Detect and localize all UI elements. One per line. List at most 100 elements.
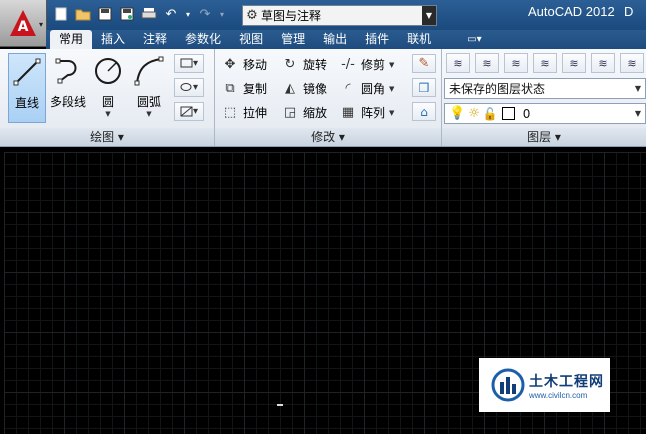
tab-plugins[interactable]: 插件 — [356, 30, 398, 49]
erase-button[interactable]: ✎ — [412, 54, 436, 73]
open-folder-icon[interactable] — [74, 5, 92, 23]
tab-insert[interactable]: 插入 — [92, 30, 134, 49]
crosshair-cursor — [277, 404, 283, 406]
line-tool-label: 直线 — [14, 96, 39, 110]
modify-panel: ✥ 移动 ↻ 旋转 -/- 修剪 ▼ ⧉ 复制 ◭ 镜像 ◜ 圆角 ▼ ⬚ 拉伸 ◲ 缩放 ▦ 阵列 ▼… — [215, 49, 442, 146]
modify-panel-title-text: 修改 — [311, 130, 336, 144]
tab-online[interactable]: 联机 — [398, 30, 440, 49]
undo-dropdown-icon[interactable]: ▾ — [184, 5, 192, 23]
tab-annotate[interactable]: 注释 — [134, 30, 176, 49]
tab-parametric[interactable]: 参数化 — [176, 30, 230, 49]
draw-panel: 直线 多段线 圆 ▼ 圆弧 ▼ ▾ ▾ ▾ 绘图 ▾ — [0, 49, 215, 146]
chevron-down-icon: ▼ — [634, 109, 641, 118]
redo-dropdown-icon[interactable]: ▾ — [218, 5, 226, 23]
modify-scale[interactable]: ◲ 缩放 — [281, 104, 327, 121]
line-icon — [13, 58, 41, 86]
boundary-tool-button[interactable]: ▾ — [174, 102, 204, 121]
modify-trim[interactable]: -/- 修剪 ▼ — [339, 56, 394, 73]
mirror-icon: ◭ — [285, 80, 295, 96]
rectangle-icon — [180, 58, 193, 68]
modify-mirror[interactable]: ◭ 镜像 — [281, 80, 327, 97]
new-file-icon[interactable] — [52, 5, 70, 23]
tab-home[interactable]: 常用 — [50, 30, 93, 49]
polyline-tool-button[interactable]: 多段线 — [48, 53, 88, 123]
chevron-down-icon[interactable]: ▼ — [105, 110, 110, 118]
layer-isolate-icon[interactable]: ≋ — [504, 53, 528, 73]
layer-unisolate-icon[interactable]: ≋ — [533, 53, 557, 73]
layer-previous-icon[interactable]: ≋ — [591, 53, 615, 73]
hatch-icon — [180, 106, 193, 117]
chevron-down-icon[interactable]: ▼ — [389, 109, 394, 117]
title-bar: ↶ ▾ ↷ ▾ ⚙ 草图与注释 ▼ AutoCAD 2012 D — [0, 0, 646, 30]
array-label: 阵列 — [361, 106, 386, 120]
rotate-label: 旋转 — [303, 58, 328, 72]
layer-states-icon[interactable]: ≋ — [475, 53, 499, 73]
print-icon[interactable] — [140, 5, 158, 23]
layers-panel-title[interactable]: 图层 ▾ — [442, 128, 646, 146]
chevron-down-icon[interactable]: ▼ — [146, 110, 151, 118]
move-icon: ✥ — [224, 56, 236, 72]
layer-match-icon[interactable]: ≋ — [562, 53, 586, 73]
modify-rotate[interactable]: ↻ 旋转 — [281, 56, 327, 73]
move-label: 移动 — [243, 58, 268, 72]
ribbon: 直线 多段线 圆 ▼ 圆弧 ▼ ▾ ▾ ▾ 绘图 ▾ ✥ 移动 ↻ 旋转 -/-… — [0, 49, 646, 147]
layer-state-combo[interactable]: 未保存的图层状态 ▼ — [444, 78, 646, 99]
arc-tool-button[interactable]: 圆弧 ▼ — [130, 53, 168, 123]
offset-icon: ⌂ — [420, 104, 428, 119]
redo-icon[interactable]: ↷ — [196, 5, 214, 23]
modify-fillet[interactable]: ◜ 圆角 ▼ — [339, 80, 394, 97]
layer-freeze-icon[interactable]: ≋ — [620, 53, 644, 73]
modify-copy[interactable]: ⧉ 复制 — [221, 80, 267, 97]
document-title: D — [624, 4, 634, 19]
draw-panel-title[interactable]: 绘图 ▾ — [0, 128, 214, 146]
chevron-down-icon[interactable]: ▼ — [389, 85, 394, 93]
watermark-name: 土木工程网 — [529, 373, 604, 390]
offset-button[interactable]: ⌂ — [412, 102, 436, 121]
watermark: 土木工程网 www.civilcn.com — [479, 358, 610, 412]
ribbon-minimize-icon[interactable]: ▭▾ — [458, 30, 490, 49]
workspace-selector[interactable]: ⚙ 草图与注释 ▼ — [242, 5, 437, 26]
modify-array[interactable]: ▦ 阵列 ▼ — [339, 104, 395, 121]
quick-access-toolbar: ↶ ▾ ↷ ▾ — [52, 5, 226, 23]
line-tool-button[interactable]: 直线 — [8, 53, 46, 123]
polyline-tool-label: 多段线 — [49, 95, 86, 109]
chevron-down-icon[interactable]: ▼ — [422, 6, 436, 25]
circle-icon — [95, 58, 121, 84]
app-title: AutoCAD 2012 — [528, 4, 615, 19]
array-icon: ▦ — [341, 104, 355, 120]
circle-tool-button[interactable]: 圆 ▼ — [90, 53, 126, 123]
autocad-logo-icon: A — [10, 10, 36, 36]
chevron-down-icon: ▼ — [634, 84, 641, 93]
chevron-down-icon: ▾ — [38, 20, 43, 29]
stretch-label: 拉伸 — [243, 106, 268, 120]
hatch-tool-button[interactable]: ▾ — [174, 78, 204, 97]
fillet-label: 圆角 — [361, 82, 386, 96]
chevron-down-icon[interactable]: ▼ — [389, 61, 394, 69]
layer-tools: ≋ ≋ ≋ ≋ ≋ ≋ ≋ ≋ — [446, 53, 646, 73]
watermark-url: www.civilcn.com — [529, 390, 588, 400]
layer-combo[interactable]: 💡 ☼ 🔓 0 ▼ — [444, 103, 646, 124]
tab-view[interactable]: 视图 — [230, 30, 272, 49]
save-as-icon[interactable] — [118, 5, 136, 23]
modify-move[interactable]: ✥ 移动 — [221, 56, 267, 73]
modify-panel-title[interactable]: 修改 ▾ — [215, 128, 441, 146]
arc-icon — [134, 56, 164, 86]
rectangle-tool-button[interactable]: ▾ — [174, 54, 204, 73]
layer-properties-icon[interactable]: ≋ — [446, 53, 470, 73]
application-menu-button[interactable]: A ▾ — [0, 0, 47, 47]
workspace-name: 草图与注释 — [261, 9, 322, 23]
copy-icon: ⧉ — [225, 80, 235, 96]
rotate-icon: ↻ — [284, 56, 296, 72]
mirror-label: 镜像 — [303, 82, 328, 96]
undo-icon[interactable]: ↶ — [162, 5, 180, 23]
gear-icon: ⚙ — [246, 8, 258, 23]
modify-stretch[interactable]: ⬚ 拉伸 — [221, 104, 267, 121]
explode-button[interactable]: ❒ — [412, 78, 436, 97]
tab-manage[interactable]: 管理 — [272, 30, 314, 49]
sun-icon: ☼ — [468, 106, 480, 121]
save-icon[interactable] — [96, 5, 114, 23]
civilcn-logo-icon — [491, 368, 525, 402]
tab-output[interactable]: 输出 — [314, 30, 356, 49]
draw-panel-title-text: 绘图 — [90, 130, 115, 144]
layer-color-swatch — [501, 107, 515, 120]
